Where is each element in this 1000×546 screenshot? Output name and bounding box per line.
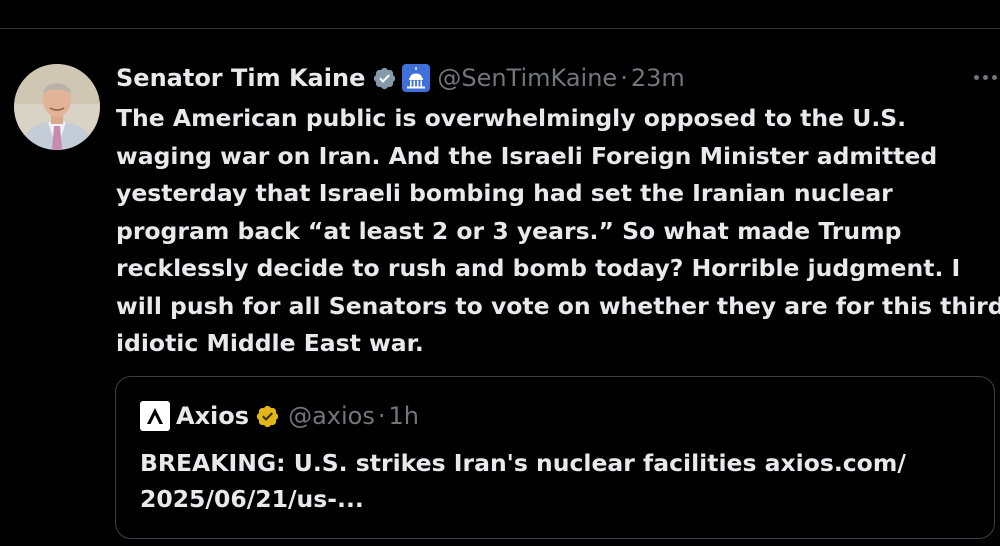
quoted-author-display-name[interactable]: Axios xyxy=(176,402,249,430)
post-header: Senator Tim Kaine @SenTimKaine · 23m xyxy=(116,62,685,94)
post-text-line: program back “at least 2 or 3 years.” So… xyxy=(116,216,902,245)
top-divider xyxy=(0,28,1000,29)
post-text-line: will push for all Senators to vote on wh… xyxy=(116,291,1000,320)
post-text-line: waging war on Iran. And the Israeli Fore… xyxy=(116,141,938,170)
author-avatar[interactable] xyxy=(14,64,100,150)
quoted-post-text: BREAKING: U.S. strikes Iran's nuclear fa… xyxy=(140,445,980,517)
verified-badge-icon xyxy=(374,67,396,89)
post-timestamp[interactable]: 23m xyxy=(631,64,685,92)
more-options-icon xyxy=(973,74,979,80)
post-text-line: The American public is overwhelmingly op… xyxy=(116,104,907,132)
quoted-post-text-line: BREAKING: U.S. strikes Iran's nuclear fa… xyxy=(140,449,906,477)
quoted-post-timestamp[interactable]: 1h xyxy=(388,402,418,430)
post-text-line: idiotic Middle East war. xyxy=(116,329,424,357)
author-display-name[interactable]: Senator Tim Kaine xyxy=(116,64,365,92)
more-options-button[interactable] xyxy=(970,68,1000,86)
quoted-author-handle[interactable]: @axios xyxy=(288,402,375,430)
post-text-line: yesterday that Israeli bombing had set t… xyxy=(116,179,893,207)
quoted-post-card[interactable]: Axios @axios · 1h BREAKING: U.S. strikes… xyxy=(115,376,995,539)
axios-logo-icon[interactable] xyxy=(140,401,170,431)
avatar-photo xyxy=(14,64,100,150)
author-handle[interactable]: @SenTimKaine xyxy=(437,64,617,92)
post-text-line: recklessly decide to rush and bomb today… xyxy=(116,254,961,282)
gold-verified-badge-icon xyxy=(256,405,279,427)
header-separator: · xyxy=(620,64,628,92)
quoted-post-text-line: 2025/06/21/us-... xyxy=(140,485,364,513)
post-text: The American public is overwhelmingly op… xyxy=(116,100,1000,363)
quoted-header-separator: · xyxy=(377,402,386,430)
quoted-post-header: Axios @axios · 1h xyxy=(140,401,419,431)
capitol-icon xyxy=(402,64,431,92)
